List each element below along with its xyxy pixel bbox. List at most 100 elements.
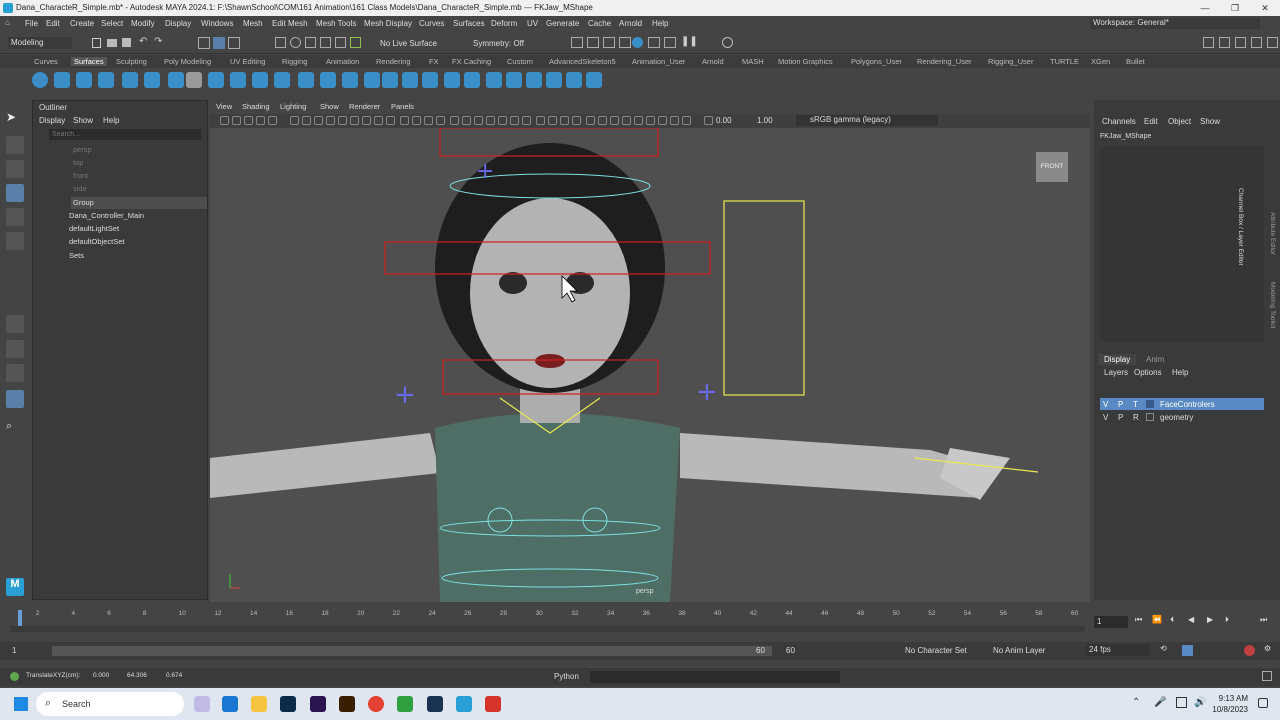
soccer-icon[interactable] — [230, 72, 246, 88]
windows-start-icon[interactable] — [14, 697, 28, 711]
capture-icon[interactable] — [485, 696, 501, 712]
multicut-icon[interactable] — [422, 72, 438, 88]
target-weld-icon[interactable] — [586, 72, 602, 88]
vp-menu-show[interactable]: Show — [320, 102, 339, 111]
step-forward-frame-icon[interactable]: ⏵ — [1225, 615, 1229, 625]
side-tab-modeling-toolkit[interactable]: Modeling Toolkit — [1269, 282, 1276, 329]
menu-display[interactable]: Display — [165, 19, 191, 28]
viewport-tool-8-icon[interactable] — [314, 116, 323, 125]
viewport-persp[interactable]: View Shading Lighting Show Renderer Pane… — [210, 100, 1090, 602]
offset-loop-icon[interactable] — [464, 72, 480, 88]
shelf-tab-motion-graphics[interactable]: Motion Graphics — [778, 57, 833, 66]
shelf-tab-surfaces[interactable]: Surfaces — [71, 57, 107, 66]
shelf-tab-xgen[interactable]: XGen — [1091, 57, 1110, 66]
range-bar[interactable] — [52, 646, 772, 656]
viewport-tool-7-icon[interactable] — [302, 116, 311, 125]
scale-tool-icon[interactable] — [6, 232, 24, 250]
menu-windows[interactable]: Windows — [201, 19, 233, 28]
layer-menu-help[interactable]: Help — [1172, 368, 1188, 377]
viewport-tool-25-icon[interactable] — [522, 116, 531, 125]
vp-menu-panels[interactable]: Panels — [391, 102, 414, 111]
range-start-field[interactable]: 1 — [12, 646, 16, 655]
network-icon[interactable] — [1176, 697, 1187, 708]
viewport-tool-22-icon[interactable] — [486, 116, 495, 125]
snap-live-icon[interactable] — [350, 37, 361, 48]
cylinder-icon[interactable] — [76, 72, 92, 88]
search-icon[interactable]: ⌕ — [6, 420, 24, 438]
file-explorer-icon[interactable] — [251, 696, 267, 712]
outliner-item-top[interactable]: top — [73, 157, 83, 169]
time-slider[interactable]: 1 ⏮ ⏪ ⏴ ◀ ▶ ⏵ ⏭ 2 4 6 8 10 12 14 16 18 20 22 24 26 28… — [0, 606, 1280, 636]
maya-m-icon[interactable]: M — [6, 578, 24, 596]
sound-icon[interactable] — [1182, 645, 1193, 656]
layer-tab-display[interactable]: Display — [1098, 354, 1137, 365]
outliner-item-sets[interactable]: Sets — [69, 250, 84, 262]
select-hierarchy-icon[interactable] — [198, 37, 210, 49]
viewport-tool-10-icon[interactable] — [338, 116, 347, 125]
viewport-tool-38-icon[interactable] — [682, 116, 691, 125]
sphere-icon[interactable] — [32, 72, 48, 88]
outlook-icon[interactable] — [222, 696, 238, 712]
shelf-tab-rigging-user[interactable]: Rigging_User — [988, 57, 1033, 66]
menu-mesh-display[interactable]: Mesh Display — [364, 19, 412, 28]
outliner-item-persp[interactable]: persp — [73, 144, 92, 156]
volume-icon[interactable]: 🔊 — [1194, 697, 1206, 708]
menu-curves[interactable]: Curves — [419, 19, 444, 28]
menu-surfaces[interactable]: Surfaces — [453, 19, 485, 28]
outliner-menu-display[interactable]: Display — [39, 116, 65, 125]
outliner-item-defaultlightset[interactable]: defaultLightSet — [69, 223, 119, 235]
render-frame-icon[interactable] — [571, 37, 583, 48]
shelf-tab-polygons-user[interactable]: Polygons_User — [851, 57, 902, 66]
menu-help[interactable]: Help — [652, 19, 668, 28]
fill-icon[interactable] — [382, 72, 398, 88]
append-icon[interactable] — [402, 72, 418, 88]
step-back-key-icon[interactable]: ⏪ — [1152, 615, 1162, 624]
fps-dropdown[interactable]: 24 fps — [1086, 644, 1150, 656]
cb-menu-object[interactable]: Object — [1168, 117, 1191, 126]
shelf-tab-rendering-user[interactable]: Rendering_User — [917, 57, 972, 66]
character-set-dropdown[interactable]: No Character Set — [905, 646, 967, 655]
play-forward-icon[interactable]: ▶ — [1207, 615, 1213, 624]
range-end-field[interactable]: 60 — [786, 646, 795, 655]
script-language-toggle[interactable]: Python — [554, 672, 579, 681]
prefs-icon[interactable]: ⚙ — [1264, 644, 1271, 653]
view-cube-front[interactable]: FRONT — [1036, 152, 1068, 182]
outliner-search-input[interactable] — [49, 129, 201, 140]
outliner-toggle-icon[interactable] — [1267, 37, 1278, 48]
menu-mesh[interactable]: Mesh — [243, 19, 263, 28]
gamma-field[interactable]: 1.00 — [757, 116, 773, 125]
viewport-tool-29-icon[interactable] — [572, 116, 581, 125]
go-to-end-icon[interactable]: ⏭ — [1260, 615, 1267, 625]
shelf-tab-advancedskeleton5[interactable]: AdvancedSkeleton5 — [549, 57, 616, 66]
new-scene-icon[interactable] — [92, 38, 101, 48]
maya-taskbar-icon[interactable] — [456, 696, 472, 712]
shelf-tab-animation[interactable]: Animation — [326, 57, 359, 66]
target-icon[interactable] — [722, 37, 733, 48]
rotate-tool-icon[interactable] — [6, 208, 24, 226]
auto-key-icon[interactable] — [1244, 645, 1255, 656]
lasso-tool-icon[interactable] — [6, 136, 24, 154]
layer-row-geometry[interactable]: V P R geometry — [1100, 411, 1264, 423]
viewport-tool-35-icon[interactable] — [646, 116, 655, 125]
live-surface-label[interactable]: No Live Surface — [380, 39, 437, 48]
snap-curve-icon[interactable] — [290, 37, 301, 48]
anim-layer-dropdown[interactable]: No Anim Layer — [993, 646, 1045, 655]
viewport-tool-2-icon[interactable] — [232, 116, 241, 125]
layer-tab-anim[interactable]: Anim — [1146, 355, 1164, 364]
shelf-tab-uv-editing[interactable]: UV Editing — [230, 57, 265, 66]
shelf-tab-poly-modeling[interactable]: Poly Modeling — [164, 57, 211, 66]
layer-playback[interactable]: P — [1118, 400, 1123, 409]
layout-single-icon[interactable] — [6, 315, 24, 333]
viewport-tool-15-icon[interactable] — [400, 116, 409, 125]
viewport-tool-34-icon[interactable] — [634, 116, 643, 125]
script-editor-icon[interactable] — [1262, 671, 1272, 681]
layer-name[interactable]: geometry — [1160, 413, 1193, 422]
vp-menu-shading[interactable]: Shading — [242, 102, 270, 111]
viewport-tool-26-icon[interactable] — [536, 116, 545, 125]
select-component-icon[interactable] — [228, 37, 240, 49]
ipr-render-icon[interactable] — [603, 37, 615, 48]
tray-chevron-icon[interactable]: ⌃ — [1132, 697, 1140, 708]
photoshop-icon[interactable] — [280, 696, 296, 712]
shelf-tab-bullet[interactable]: Bullet — [1126, 57, 1145, 66]
channel-box-icon[interactable] — [1251, 37, 1262, 48]
